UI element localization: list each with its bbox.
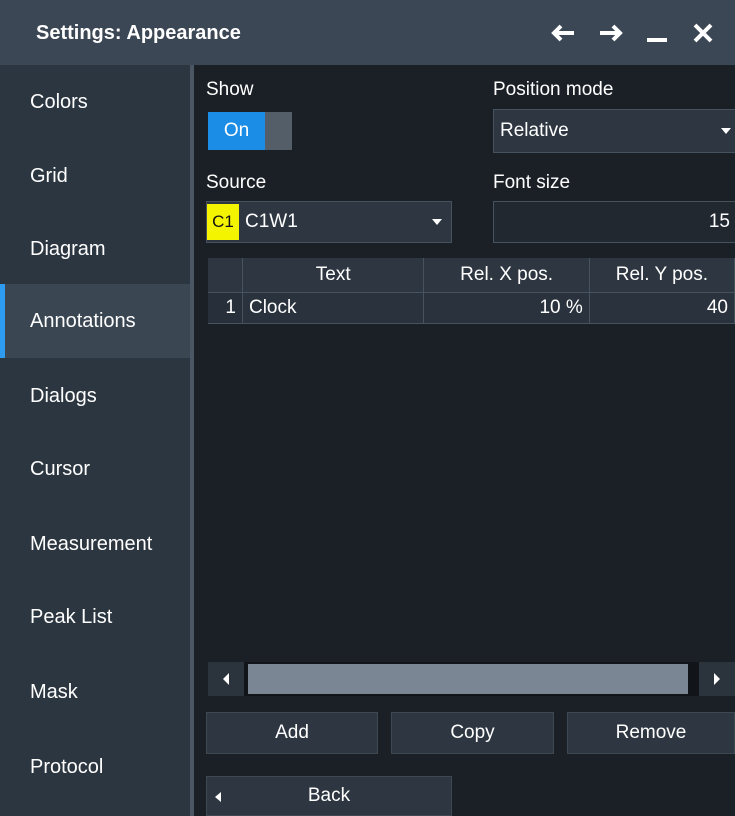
minimize-icon[interactable]	[643, 18, 673, 48]
text-cell[interactable]: Clock	[242, 292, 425, 324]
active-indicator	[0, 284, 5, 358]
window-title: Settings: Appearance	[36, 22, 241, 44]
source-select[interactable]: C1 C1W1	[206, 201, 452, 243]
row-number: 1	[208, 292, 243, 324]
sidebar-item-label: Grid	[30, 164, 68, 187]
position-mode-label: Position mode	[493, 79, 614, 100]
sidebar-item-label: Diagram	[30, 237, 106, 260]
show-label: Show	[206, 79, 254, 100]
sidebar-item-label: Dialogs	[30, 384, 97, 407]
column-header[interactable]: Text	[242, 258, 425, 293]
column-header	[208, 258, 243, 293]
sidebar-item-diagram[interactable]: Diagram	[0, 212, 190, 286]
sidebar-item-grid[interactable]: Grid	[0, 139, 190, 213]
arrow-right-icon[interactable]	[596, 18, 626, 48]
sidebar-item-label: Cursor	[30, 457, 91, 480]
title-bar: Settings: Appearance	[0, 0, 735, 65]
copy-button[interactable]: Copy	[391, 712, 554, 754]
chevron-left-icon	[215, 792, 221, 802]
arrow-left-icon[interactable]	[548, 18, 578, 48]
sidebar-item-dialogs[interactable]: Dialogs	[0, 359, 190, 433]
add-button[interactable]: Add	[206, 712, 378, 754]
toggle-on-state: On	[208, 112, 265, 150]
sidebar-item-measurement[interactable]: Measurement	[0, 507, 190, 581]
annotations-panel: Show On Position mode Relative Source C1…	[194, 65, 735, 816]
font-size-input[interactable]: 15	[493, 201, 735, 243]
source-badge: C1	[207, 204, 239, 240]
chevron-right-icon	[714, 673, 720, 685]
show-toggle[interactable]: On	[208, 112, 292, 150]
sidebar-item-annotations[interactable]: Annotations	[0, 284, 190, 358]
close-icon[interactable]	[688, 18, 718, 48]
source-label: Source	[206, 172, 267, 193]
rel-y-cell[interactable]: 40	[589, 292, 735, 324]
sidebar-item-label: Measurement	[30, 532, 153, 555]
horizontal-scrollbar[interactable]	[208, 662, 735, 696]
sidebar-item-label: Mask	[30, 680, 78, 703]
chevron-down-icon	[721, 128, 731, 134]
scroll-right-button[interactable]	[699, 662, 735, 696]
scrollbar-thumb[interactable]	[248, 664, 688, 694]
sidebar-item-label: Annotations	[30, 309, 136, 332]
source-value: C1W1	[245, 211, 298, 232]
back-label: Back	[307, 785, 351, 806]
rel-x-cell[interactable]: 10 %	[423, 292, 590, 324]
sidebar-item-mask[interactable]: Mask	[0, 655, 190, 729]
sidebar-item-label: Colors	[30, 90, 88, 113]
table-row[interactable]: 1 Clock 10 % 40	[208, 292, 735, 324]
column-header[interactable]: Rel. Y pos.	[589, 258, 735, 293]
annotations-table: Text Rel. X pos. Rel. Y pos. 1 Clock 10 …	[208, 258, 735, 324]
sidebar-item-colors[interactable]: Colors	[0, 65, 190, 139]
position-mode-value: Relative	[500, 120, 569, 141]
sidebar-item-protocol[interactable]: Protocol	[0, 730, 190, 804]
sidebar-item-peak-list[interactable]: Peak List	[0, 580, 190, 654]
chevron-left-icon	[223, 673, 229, 685]
sidebar: Colors Grid Diagram Annotations Dialogs …	[0, 65, 190, 816]
position-mode-select[interactable]: Relative	[493, 109, 735, 153]
sidebar-item-label: Protocol	[30, 755, 104, 778]
scroll-left-button[interactable]	[208, 662, 244, 696]
sidebar-item-cursor[interactable]: Cursor	[0, 432, 190, 506]
back-button[interactable]: Back	[206, 776, 452, 816]
sidebar-item-label: Peak List	[30, 605, 113, 628]
column-header[interactable]: Rel. X pos.	[423, 258, 590, 293]
font-size-label: Font size	[493, 172, 571, 193]
remove-button[interactable]: Remove	[567, 712, 735, 754]
chevron-down-icon	[432, 219, 442, 225]
